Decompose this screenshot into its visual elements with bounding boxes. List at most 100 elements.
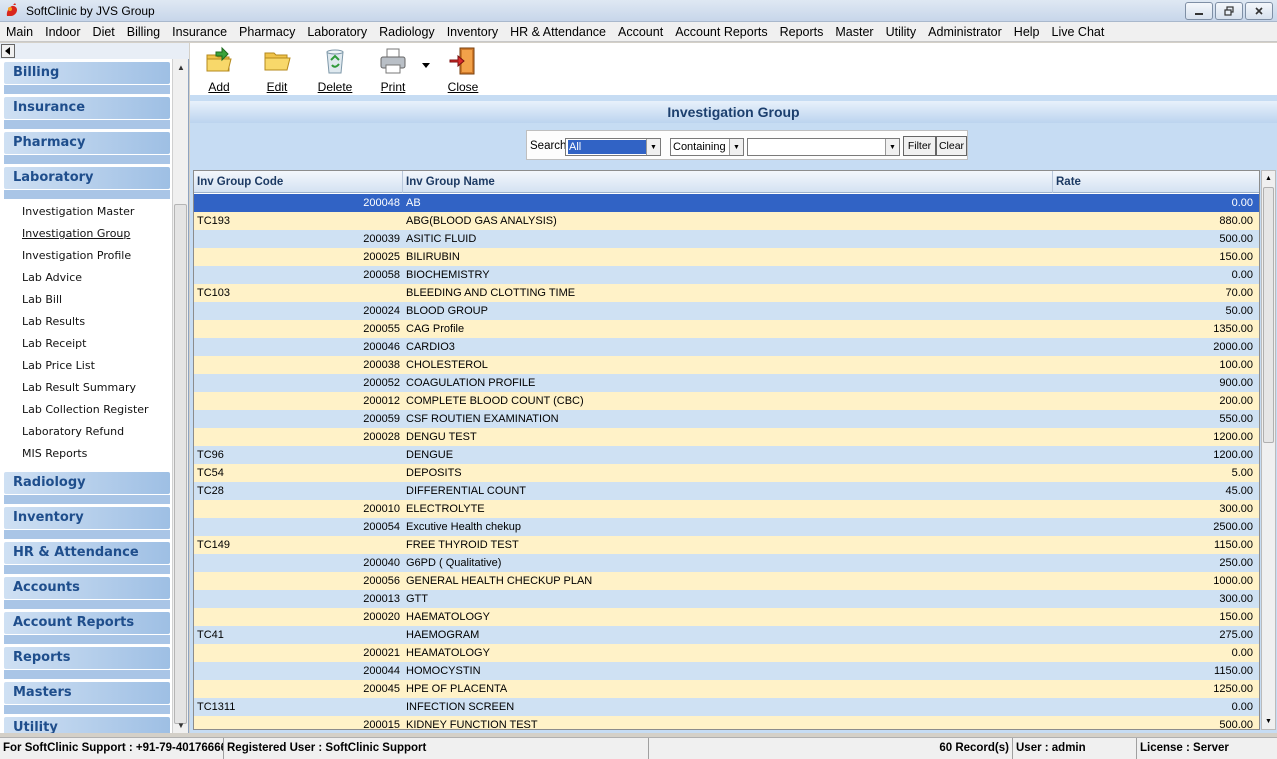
clear-button[interactable]: Clear: [936, 136, 967, 156]
chevron-down-icon[interactable]: ▼: [885, 139, 899, 155]
menu-account[interactable]: Account: [612, 22, 669, 42]
table-row[interactable]: 200045 HPE OF PLACENTA 1250.00: [194, 680, 1259, 698]
table-row[interactable]: 200021 HEAMATOLOGY 0.00: [194, 644, 1259, 662]
menu-administrator[interactable]: Administrator: [922, 22, 1008, 42]
sidebar-category-masters[interactable]: Masters: [0, 679, 172, 714]
table-row[interactable]: 200020 HAEMATOLOGY 150.00: [194, 608, 1259, 626]
sidebar-scroll-thumb[interactable]: [174, 204, 187, 724]
menu-laboratory[interactable]: Laboratory: [301, 22, 373, 42]
scroll-down-icon[interactable]: ▼: [1262, 714, 1275, 729]
scroll-up-icon[interactable]: ▲: [173, 59, 189, 75]
table-row[interactable]: 200059 CSF ROUTIEN EXAMINATION 550.00: [194, 410, 1259, 428]
table-row[interactable]: 200025 BILIRUBIN 150.00: [194, 248, 1259, 266]
sidebar-item-laboratory-refund[interactable]: Laboratory Refund: [0, 421, 172, 443]
close-button[interactable]: [1245, 2, 1273, 20]
menu-inventory[interactable]: Inventory: [441, 22, 504, 42]
sidebar-item-lab-results[interactable]: Lab Results: [0, 311, 172, 333]
table-row[interactable]: TC149 FREE THYROID TEST 1150.00: [194, 536, 1259, 554]
menu-reports[interactable]: Reports: [774, 22, 830, 42]
scroll-down-icon[interactable]: ▼: [173, 717, 189, 733]
chevron-down-icon[interactable]: ▼: [646, 139, 660, 155]
menu-pharmacy[interactable]: Pharmacy: [233, 22, 301, 42]
close-form-button[interactable]: Close: [434, 43, 492, 95]
scroll-up-icon[interactable]: ▲: [1262, 171, 1275, 186]
edit-button[interactable]: Edit: [248, 43, 306, 95]
column-header-name[interactable]: Inv Group Name: [403, 171, 1053, 193]
table-row[interactable]: 200048 AB 0.00: [194, 194, 1259, 212]
table-row[interactable]: 200012 COMPLETE BLOOD COUNT (CBC) 200.00: [194, 392, 1259, 410]
table-row[interactable]: 200052 COAGULATION PROFILE 900.00: [194, 374, 1259, 392]
table-row[interactable]: 200044 HOMOCYSTIN 1150.00: [194, 662, 1259, 680]
print-dropdown-button[interactable]: [422, 43, 434, 95]
table-row[interactable]: 200015 KIDNEY FUNCTION TEST 500.00: [194, 716, 1259, 729]
menu-billing[interactable]: Billing: [121, 22, 166, 42]
sidebar-item-investigation-profile[interactable]: Investigation Profile: [0, 245, 172, 267]
sidebar-category-billing[interactable]: Billing: [0, 59, 172, 94]
delete-button[interactable]: Delete: [306, 43, 364, 95]
print-button[interactable]: Print: [364, 43, 422, 95]
menu-account-reports[interactable]: Account Reports: [669, 22, 773, 42]
sidebar-category-pharmacy[interactable]: Pharmacy: [0, 129, 172, 164]
sidebar-item-lab-price-list[interactable]: Lab Price List: [0, 355, 172, 377]
restore-button[interactable]: [1215, 2, 1243, 20]
sidebar-category-laboratory[interactable]: Laboratory: [0, 164, 172, 199]
table-row[interactable]: 200054 Excutive Health chekup 2500.00: [194, 518, 1259, 536]
sidebar-category-radiology[interactable]: Radiology: [0, 469, 172, 504]
sidebar-category-utility[interactable]: Utility: [0, 714, 172, 733]
table-row[interactable]: 200028 DENGU TEST 1200.00: [194, 428, 1259, 446]
sidebar-scrollbar[interactable]: ▲ ▼: [172, 59, 188, 733]
menu-hr-attendance[interactable]: HR & Attendance: [504, 22, 612, 42]
table-row[interactable]: 200013 GTT 300.00: [194, 590, 1259, 608]
table-row[interactable]: 200010 ELECTROLYTE 300.00: [194, 500, 1259, 518]
table-row[interactable]: TC1311 INFECTION SCREEN 0.00: [194, 698, 1259, 716]
table-row[interactable]: 200058 BIOCHEMISTRY 0.00: [194, 266, 1259, 284]
search-mode-select[interactable]: Containing ▼: [670, 138, 744, 156]
sidebar-category-account-reports[interactable]: Account Reports: [0, 609, 172, 644]
table-row[interactable]: TC193 ABG(BLOOD GAS ANALYSIS) 880.00: [194, 212, 1259, 230]
sidebar-item-lab-advice[interactable]: Lab Advice: [0, 267, 172, 289]
search-field-select[interactable]: All ▼: [565, 138, 661, 156]
chevron-down-icon[interactable]: ▼: [729, 139, 743, 155]
sidebar-category-insurance[interactable]: Insurance: [0, 94, 172, 129]
sidebar-item-lab-result-summary[interactable]: Lab Result Summary: [0, 377, 172, 399]
table-row[interactable]: 200038 CHOLESTEROL 100.00: [194, 356, 1259, 374]
search-text-input[interactable]: ▼: [747, 138, 900, 156]
table-row[interactable]: 200040 G6PD ( Qualitative) 250.00: [194, 554, 1259, 572]
sidebar-category-hr-attendance[interactable]: HR & Attendance: [0, 539, 172, 574]
minimize-button[interactable]: [1185, 2, 1213, 20]
menu-master[interactable]: Master: [829, 22, 879, 42]
sidebar-item-investigation-group[interactable]: Investigation Group: [0, 223, 172, 245]
filter-button[interactable]: Filter: [903, 136, 936, 156]
sidebar-category-accounts[interactable]: Accounts: [0, 574, 172, 609]
menu-live-chat[interactable]: Live Chat: [1046, 22, 1111, 42]
grid-scrollbar[interactable]: ▲ ▼: [1261, 170, 1276, 730]
table-row[interactable]: 200039 ASITIC FLUID 500.00: [194, 230, 1259, 248]
sidebar-item-lab-receipt[interactable]: Lab Receipt: [0, 333, 172, 355]
menu-diet[interactable]: Diet: [87, 22, 121, 42]
grid-scroll-thumb[interactable]: [1263, 187, 1274, 443]
menu-main[interactable]: Main: [0, 22, 39, 42]
add-button[interactable]: Add: [190, 43, 248, 95]
menu-help[interactable]: Help: [1008, 22, 1046, 42]
column-header-rate[interactable]: Rate: [1053, 171, 1259, 193]
table-row[interactable]: 200046 CARDIO3 2000.00: [194, 338, 1259, 356]
menu-insurance[interactable]: Insurance: [166, 22, 233, 42]
menu-indoor[interactable]: Indoor: [39, 22, 86, 42]
sidebar-item-lab-collection-register[interactable]: Lab Collection Register: [0, 399, 172, 421]
sidebar-item-mis-reports[interactable]: MIS Reports: [0, 443, 172, 465]
table-row[interactable]: 200056 GENERAL HEALTH CHECKUP PLAN 1000.00: [194, 572, 1259, 590]
table-row[interactable]: TC28 DIFFERENTIAL COUNT 45.00: [194, 482, 1259, 500]
table-row[interactable]: TC41 HAEMOGRAM 275.00: [194, 626, 1259, 644]
menu-utility[interactable]: Utility: [880, 22, 923, 42]
menu-radiology[interactable]: Radiology: [373, 22, 441, 42]
column-header-code[interactable]: Inv Group Code: [194, 171, 403, 193]
table-row[interactable]: TC54 DEPOSITS 5.00: [194, 464, 1259, 482]
table-row[interactable]: 200024 BLOOD GROUP 50.00: [194, 302, 1259, 320]
sidebar-category-reports[interactable]: Reports: [0, 644, 172, 679]
sidebar-collapse-button[interactable]: [1, 44, 15, 58]
sidebar-category-inventory[interactable]: Inventory: [0, 504, 172, 539]
sidebar-item-lab-bill[interactable]: Lab Bill: [0, 289, 172, 311]
table-row[interactable]: TC96 DENGUE 1200.00: [194, 446, 1259, 464]
sidebar-item-investigation-master[interactable]: Investigation Master: [0, 201, 172, 223]
table-row[interactable]: 200055 CAG Profile 1350.00: [194, 320, 1259, 338]
